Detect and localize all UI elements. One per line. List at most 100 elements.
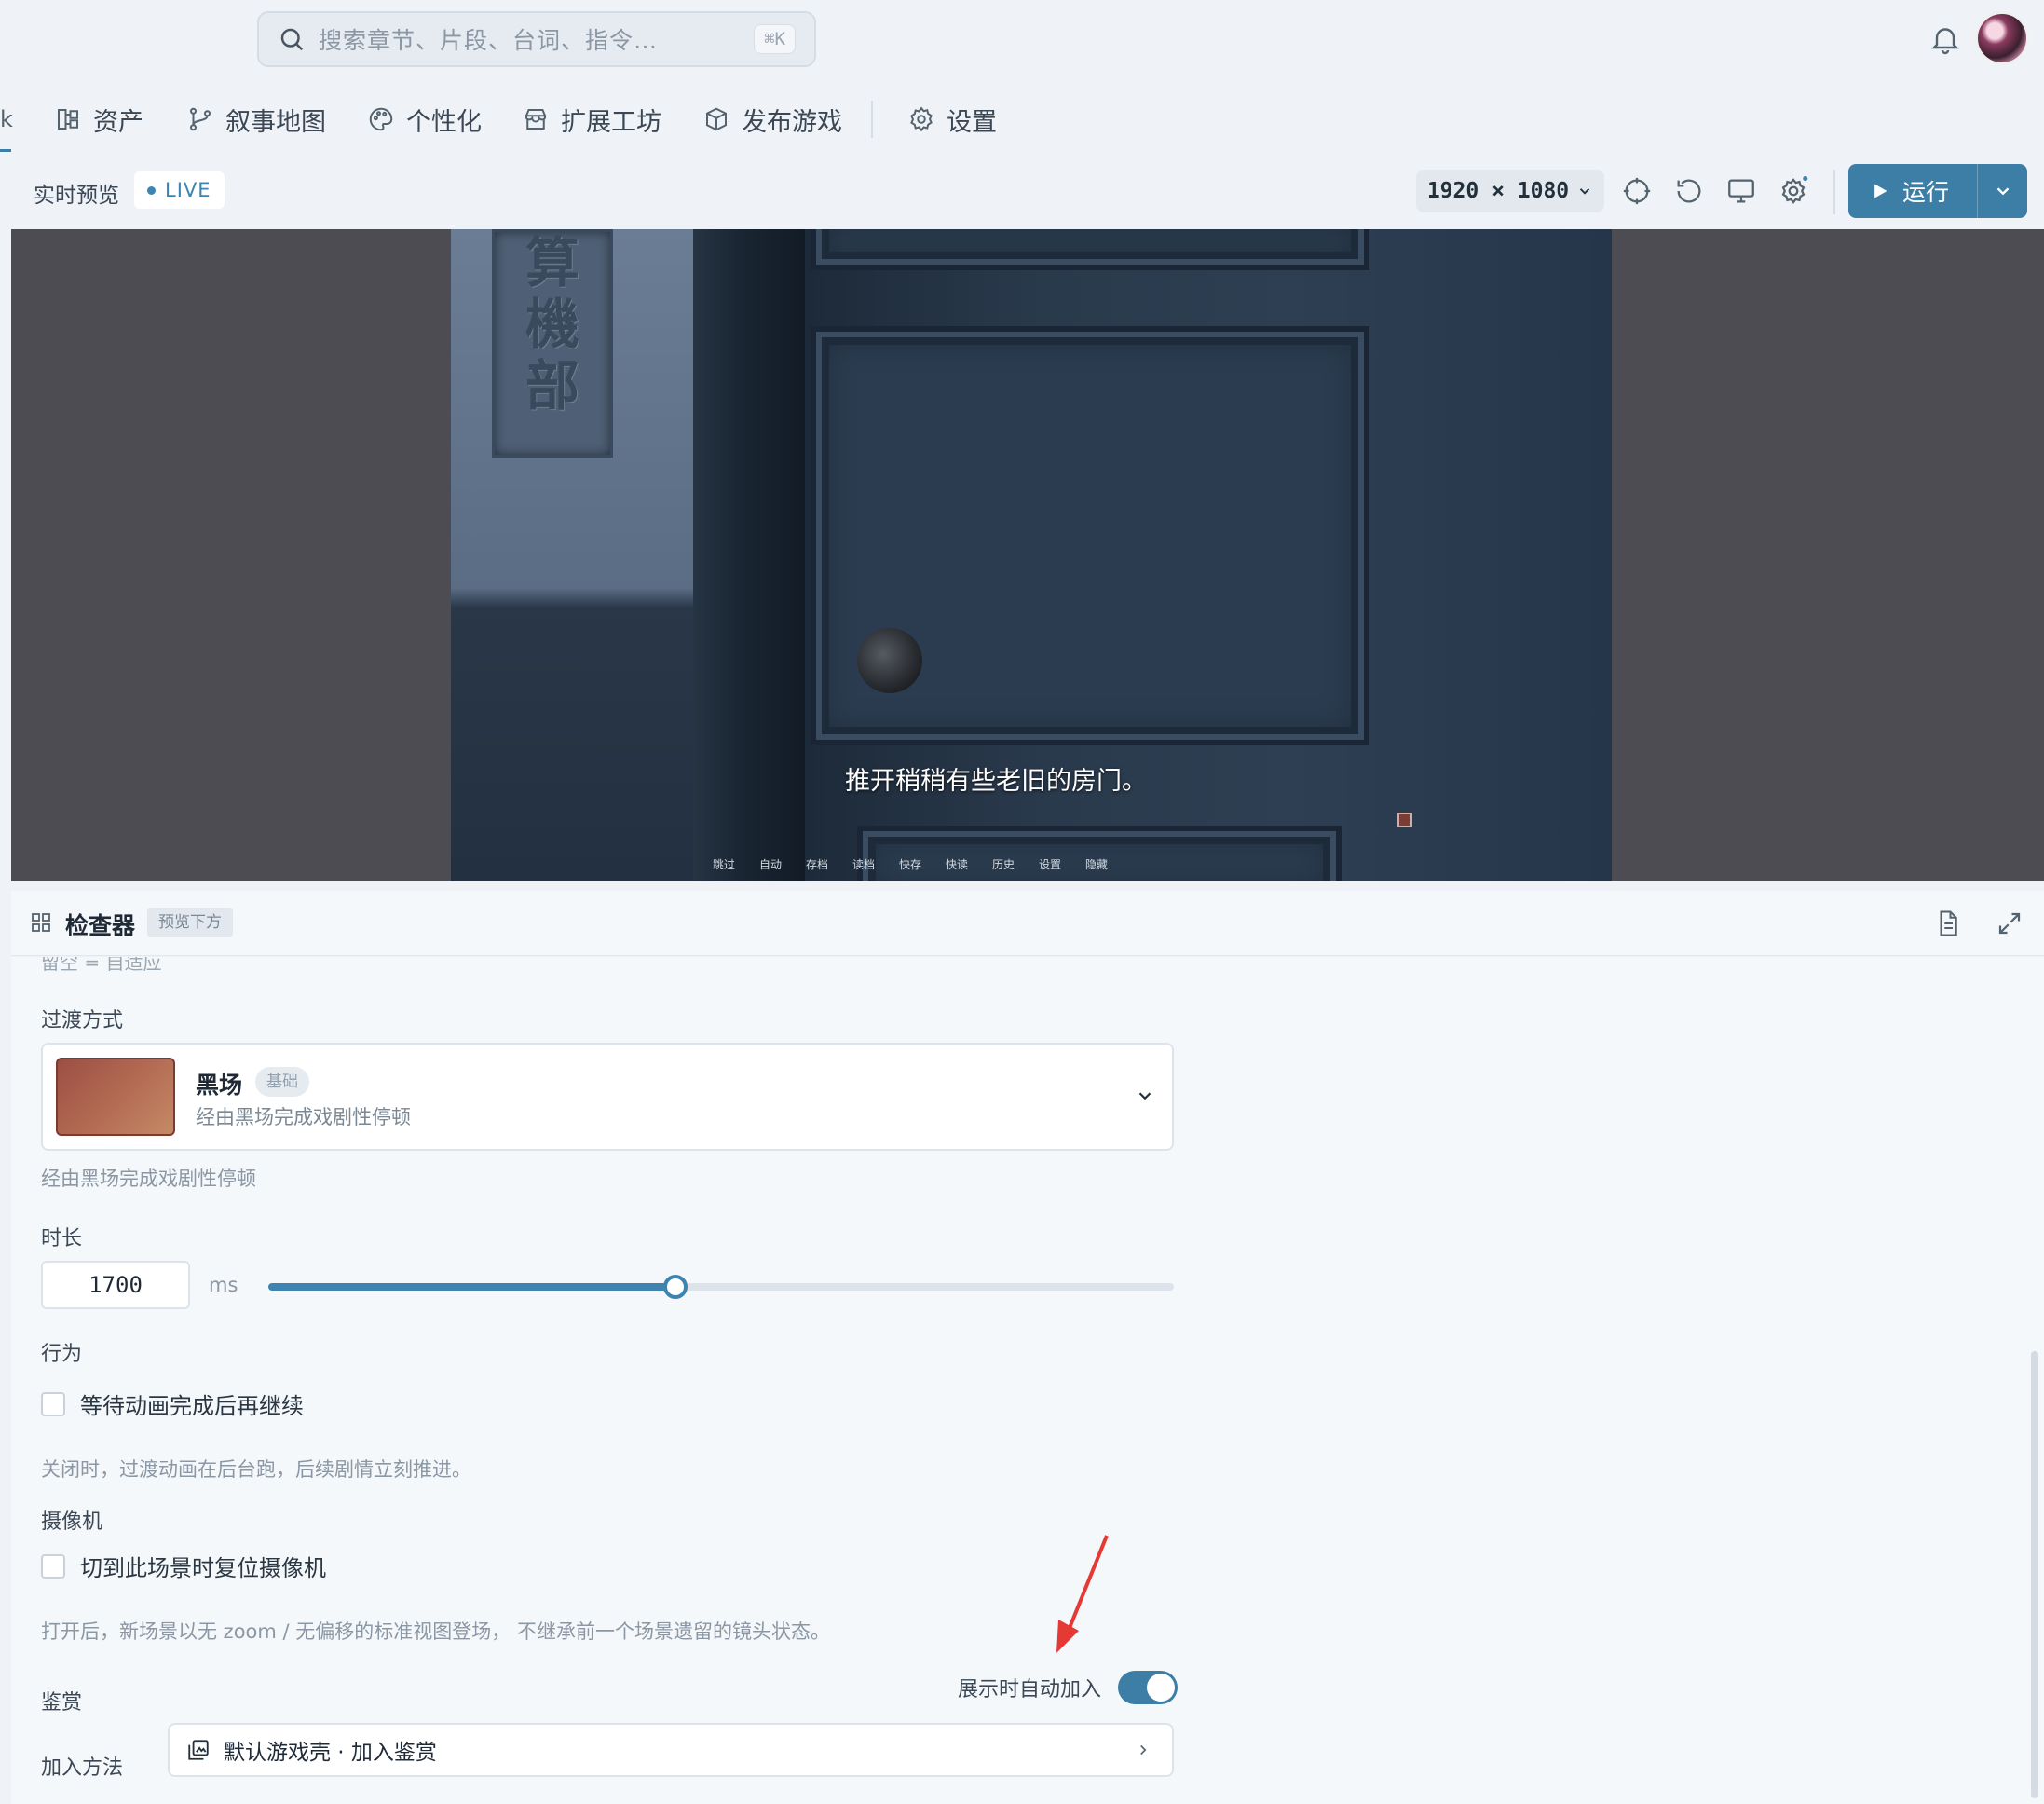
- nav-item-label: 个性化: [406, 107, 482, 137]
- inspector-scrollbar[interactable]: [2031, 1351, 2038, 1798]
- reset-camera-checkbox[interactable]: [41, 1553, 65, 1578]
- nav-item-narrative-map[interactable]: 叙事地图: [186, 99, 326, 140]
- grid-icon: [32, 913, 50, 932]
- sign-char: 機: [525, 293, 579, 356]
- behavior-hint: 关闭时，过渡动画在后台跑，后续剧情立刻推进。: [41, 1458, 471, 1481]
- run-label: 运行: [1902, 179, 1950, 206]
- palette-icon: [369, 107, 393, 131]
- clipped-hint: 留空 = 自适应: [41, 957, 162, 974]
- wait-animation-checkbox[interactable]: [41, 1391, 65, 1416]
- door-panel-bottom: [857, 826, 1342, 882]
- resolution-value: 1920 × 1080: [1426, 179, 1570, 203]
- wait-animation-label: 等待动画完成后再继续: [80, 1393, 304, 1419]
- door-panel-top: [811, 229, 1369, 270]
- run-button-group: 运行: [1848, 164, 2027, 218]
- duration-label: 时长: [41, 1227, 83, 1250]
- search-icon: [280, 28, 304, 51]
- quickbar-settings[interactable]: 设置: [1039, 856, 1061, 872]
- chevron-right-icon: [1140, 1744, 1147, 1756]
- quickbar-hide[interactable]: 隐藏: [1085, 856, 1108, 872]
- nav-item-label: 发布游戏: [742, 107, 842, 137]
- nav-edge-fragment[interactable]: k: [0, 106, 13, 132]
- gallery-add-icon: [188, 1740, 209, 1760]
- slider-thumb[interactable]: [663, 1275, 688, 1299]
- transition-hint: 经由黑场完成戏剧性停顿: [41, 1168, 256, 1190]
- main-nav: k 资产 叙事地图 个性化 扩展工坊 发布游戏 设置: [0, 86, 2044, 152]
- sign-char: 部: [525, 354, 579, 417]
- run-options-button[interactable]: [1977, 164, 2027, 218]
- search-input[interactable]: 搜索章节、片段、台词、指令…: [319, 22, 754, 56]
- avatar[interactable]: [1975, 11, 2029, 65]
- chevron-down-icon: [1138, 1092, 1151, 1100]
- dialogue-subtitle: 推开稍稍有些老旧的房门。: [845, 767, 1147, 796]
- door-knob: [857, 628, 922, 693]
- duration-input[interactable]: 1700: [41, 1261, 190, 1309]
- game-scene[interactable]: 算 機 部 推开稍稍有些老旧的房门。 跳过 自动 存档 读档 快存 快读 历史 …: [451, 229, 1612, 882]
- quickbar-quicksave[interactable]: 快存: [899, 856, 921, 872]
- preview-stage: 算 機 部 推开稍稍有些老旧的房门。 跳过 自动 存档 读档 快存 快读 历史 …: [11, 229, 2044, 882]
- scene-menu-icon[interactable]: [1397, 813, 1412, 827]
- join-method-value: 默认游戏壳 · 加入鉴赏: [224, 1741, 437, 1765]
- transition-swatch: [56, 1058, 175, 1136]
- preview-toolbar: 实时预览 LIVE 1920 × 1080 运行: [0, 158, 2044, 226]
- preview-title: 实时预览: [34, 184, 119, 208]
- store-icon: [525, 109, 546, 130]
- quickbar-auto[interactable]: 自动: [759, 856, 782, 872]
- sign-char: 算: [525, 231, 579, 294]
- quickbar-quickload[interactable]: 快读: [946, 856, 968, 872]
- toggle-knob: [1147, 1674, 1176, 1702]
- document-icon[interactable]: [1934, 909, 1962, 937]
- nav-item-label: 设置: [947, 107, 997, 137]
- nav-item-publish-game[interactable]: 发布游戏: [702, 99, 842, 140]
- package-icon: [706, 107, 727, 131]
- inspector-header: 检查器 预览下方: [11, 891, 2044, 956]
- reset-camera-label: 切到此场景时复位摄像机: [80, 1555, 326, 1581]
- resolution-select[interactable]: 1920 × 1080: [1416, 170, 1604, 212]
- nav-item-settings[interactable]: 设置: [907, 99, 997, 140]
- join-method-select[interactable]: 默认游戏壳 · 加入鉴赏: [168, 1723, 1174, 1777]
- annotation-arrow-icon: [1056, 1535, 1109, 1653]
- duration-slider[interactable]: [268, 1275, 1174, 1299]
- refresh-icon[interactable]: [1673, 175, 1705, 207]
- chevron-down-icon: [1579, 188, 1590, 195]
- live-label: LIVE: [165, 179, 211, 201]
- monitor-icon[interactable]: [1725, 175, 1757, 207]
- reset-camera-checkbox-row[interactable]: 切到此场景时复位摄像机: [41, 1550, 326, 1582]
- top-bar: 搜索章节、片段、台词、指令… ⌘K: [0, 0, 2044, 78]
- nav-active-indicator: [0, 149, 11, 152]
- branch-icon: [190, 107, 211, 131]
- nav-item-personalize[interactable]: 个性化: [367, 99, 482, 140]
- transition-desc: 经由黑场完成戏剧性停顿: [196, 1106, 411, 1128]
- quickbar-skip[interactable]: 跳过: [713, 856, 735, 872]
- quickbar-history[interactable]: 历史: [992, 856, 1015, 872]
- gallery-auto-add-row: 展示时自动加入: [958, 1671, 1179, 1704]
- quickbar-load[interactable]: 读档: [852, 856, 875, 872]
- quickbar-save[interactable]: 存档: [806, 856, 828, 872]
- scene-sign: 算 機 部: [492, 229, 613, 458]
- run-button[interactable]: 运行: [1848, 164, 1977, 218]
- search-box[interactable]: 搜索章节、片段、台词、指令… ⌘K: [257, 11, 816, 67]
- camera-hint: 打开后，新场景以无 zoom / 无偏移的标准视图登场， 不继承前一个场景遗留的…: [41, 1620, 830, 1643]
- expand-icon[interactable]: [1996, 909, 2024, 937]
- duration-unit: ms: [209, 1274, 238, 1296]
- gallery-auto-add-toggle[interactable]: [1118, 1671, 1179, 1704]
- bell-icon[interactable]: [1928, 22, 1962, 56]
- nav-item-label: 叙事地图: [225, 107, 326, 137]
- wait-animation-checkbox-row[interactable]: 等待动画完成后再继续: [41, 1387, 304, 1420]
- camera-label: 摄像机: [41, 1510, 103, 1534]
- gallery-toggle-label: 展示时自动加入: [958, 1678, 1102, 1702]
- gear-icon: [910, 106, 933, 132]
- crosshair-icon[interactable]: [1621, 175, 1653, 207]
- gallery-label: 鉴赏: [41, 1691, 83, 1715]
- nav-item-assets[interactable]: 资产: [54, 99, 143, 140]
- slider-fill: [268, 1283, 676, 1291]
- inspector-title: 检查器: [65, 912, 136, 939]
- live-dot-icon: [147, 185, 156, 195]
- inspector-body: 留空 = 自适应 过渡方式 黑场 基础 经由黑场完成戏剧性停顿 经由黑场完成戏剧…: [11, 957, 2044, 1804]
- nav-item-extension-workshop[interactable]: 扩展工坊: [522, 99, 661, 140]
- preview-settings-icon[interactable]: [1778, 175, 1809, 207]
- behavior-label: 行为: [41, 1343, 83, 1366]
- transition-select[interactable]: 黑场 基础 经由黑场完成戏剧性停顿: [41, 1043, 1174, 1151]
- join-method-label: 加入方法: [41, 1756, 124, 1780]
- play-icon: [1874, 184, 1887, 198]
